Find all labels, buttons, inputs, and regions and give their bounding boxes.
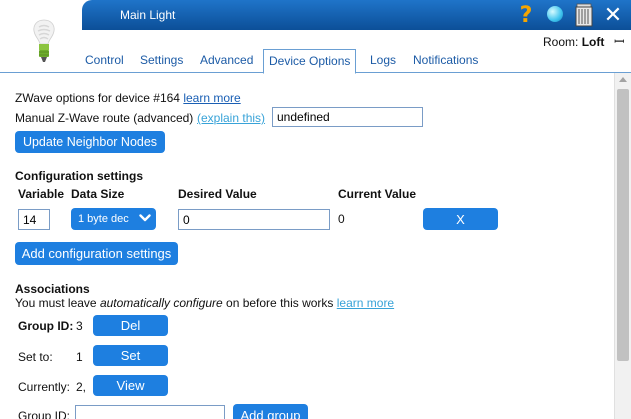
tab-settings[interactable]: Settings <box>140 53 183 67</box>
update-neighbor-nodes-button[interactable]: Update Neighbor Nodes <box>15 131 165 153</box>
config-col-desired: Desired Value <box>178 187 257 201</box>
scroll-up-icon[interactable] <box>619 77 627 82</box>
close-icon[interactable]: ✕ <box>602 3 624 28</box>
associations-heading: Associations <box>15 282 90 296</box>
tab-advanced[interactable]: Advanced <box>200 53 253 67</box>
associations-note-emph: automatically configure <box>99 296 223 310</box>
zwave-route-label: Manual Z-Wave route (advanced) <box>15 111 194 125</box>
add-configuration-settings-button[interactable]: Add configuration settings <box>15 242 178 265</box>
tab-device-options[interactable]: Device Options <box>263 49 357 74</box>
room-indicator: Room: Loft <box>543 35 604 49</box>
view-button[interactable]: View <box>93 375 168 396</box>
zwave-options-line: ZWave options for device #164 learn more <box>15 91 241 105</box>
associations-learn-more-link[interactable]: learn more <box>337 296 394 310</box>
config-variable-input[interactable] <box>18 209 50 230</box>
associations-note-prefix: You must leave <box>15 296 100 310</box>
content-scrollbar[interactable] <box>614 73 631 419</box>
group-id-value: 3 <box>76 319 83 333</box>
set-to-value: 1 <box>76 350 83 364</box>
tab-bar: Control Settings Advanced Device Options… <box>0 48 631 74</box>
device-options-panel: ZWave options for device #164 learn more… <box>0 73 614 419</box>
currently-value: 2, <box>76 380 87 394</box>
tab-logs[interactable]: Logs <box>370 53 396 67</box>
data-size-selected: 1 byte dec <box>78 213 129 225</box>
scrollbar-thumb[interactable] <box>617 89 629 361</box>
associations-note-suffix: on before this works <box>222 296 334 310</box>
remove-config-button[interactable]: X <box>423 208 498 230</box>
zwave-options-text: ZWave options for device #164 <box>15 91 180 105</box>
config-col-current: Current Value <box>338 187 417 201</box>
tab-notifications[interactable]: Notifications <box>413 53 478 67</box>
chevron-down-icon <box>139 213 151 223</box>
config-heading: Configuration settings <box>15 169 143 183</box>
del-button[interactable]: Del <box>93 315 168 336</box>
set-to-label: Set to: <box>18 350 53 364</box>
window-titlebar: Main Light ? ✕ <box>82 0 631 30</box>
zwave-route-input[interactable] <box>272 107 423 127</box>
group-id-label: Group ID: <box>18 319 74 333</box>
zwave-learn-more-link[interactable]: learn more <box>183 91 240 105</box>
window-title: Main Light <box>120 8 176 22</box>
desired-value-input[interactable] <box>178 209 330 230</box>
tab-control[interactable]: Control <box>85 53 124 67</box>
explain-this-link[interactable]: (explain this) <box>197 111 265 125</box>
drop-icon[interactable] <box>547 6 563 22</box>
room-label: Room: <box>543 35 579 49</box>
config-col-data-size: Data Size <box>71 187 125 201</box>
current-value: 0 <box>338 212 345 226</box>
trash-icon[interactable] <box>573 3 595 27</box>
associations-note: You must leave automatically configure o… <box>15 296 394 310</box>
data-size-select[interactable]: 1 byte dec <box>71 208 156 230</box>
help-icon[interactable]: ? <box>516 3 536 28</box>
config-col-variable: Variable <box>18 187 65 201</box>
new-group-id-input[interactable] <box>75 405 225 419</box>
set-button[interactable]: Set <box>93 345 168 366</box>
new-group-id-label: Group ID: <box>18 409 71 419</box>
add-group-button[interactable]: Add group <box>233 404 308 419</box>
room-value: Loft <box>581 35 605 49</box>
currently-label: Currently: <box>18 380 71 394</box>
